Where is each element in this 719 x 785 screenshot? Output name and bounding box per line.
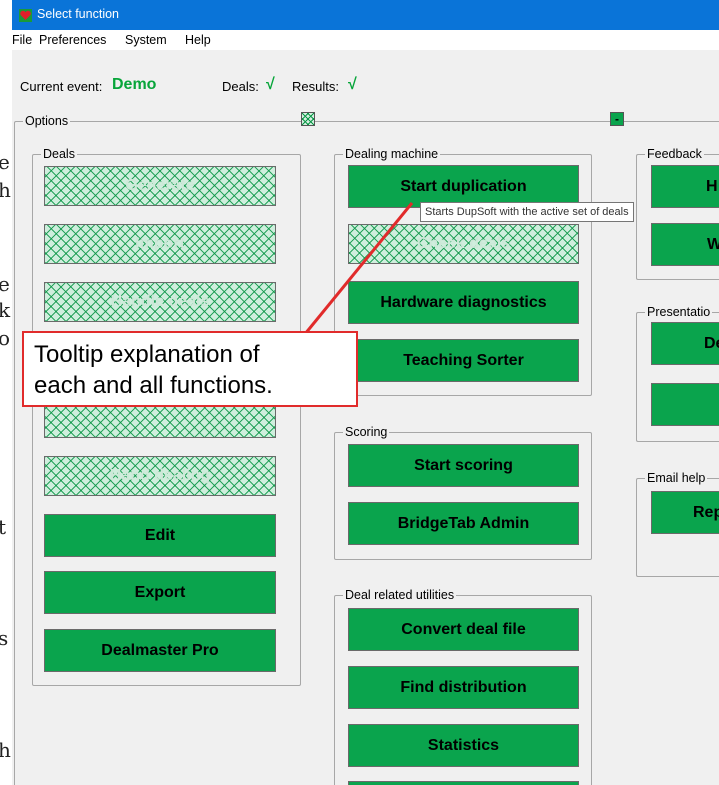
annotation-callout: Tooltip explanation of each and all func… [22, 331, 358, 407]
callout-line-1: Tooltip explanation of [34, 341, 260, 368]
callout-line-2: each and all functions. [34, 372, 273, 399]
